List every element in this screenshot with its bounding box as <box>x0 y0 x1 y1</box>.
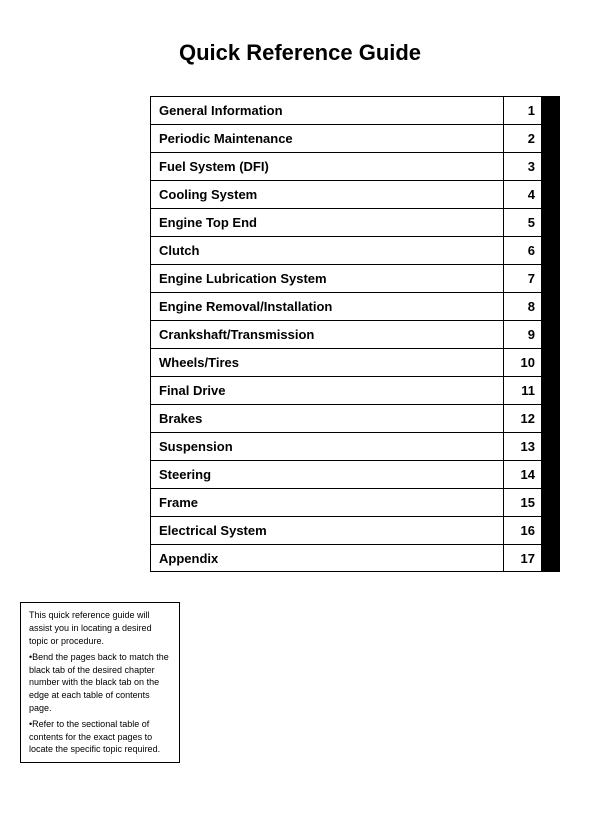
table-row: Wheels/Tires10 <box>150 348 560 376</box>
table-row: Engine Removal/Installation8 <box>150 292 560 320</box>
table-row: Crankshaft/Transmission9 <box>150 320 560 348</box>
toc-item-label: Electrical System <box>151 517 503 544</box>
toc-black-tab <box>541 461 559 488</box>
toc-item-label: General Information <box>151 97 503 124</box>
table-row: Cooling System4 <box>150 180 560 208</box>
table-row: Electrical System16 <box>150 516 560 544</box>
table-row: Appendix17 <box>150 544 560 572</box>
toc-item-number: 17 <box>503 545 541 571</box>
page: Quick Reference Guide General Informatio… <box>0 0 600 818</box>
toc-item-number: 16 <box>503 517 541 544</box>
toc-item-number: 12 <box>503 405 541 432</box>
note-box: This quick reference guide will assist y… <box>20 602 180 763</box>
table-row: Clutch6 <box>150 236 560 264</box>
toc-item-label: Brakes <box>151 405 503 432</box>
toc-item-number: 8 <box>503 293 541 320</box>
table-row: Final Drive11 <box>150 376 560 404</box>
table-row: Engine Lubrication System7 <box>150 264 560 292</box>
toc-black-tab <box>541 349 559 376</box>
table-row: Frame15 <box>150 488 560 516</box>
toc-item-number: 14 <box>503 461 541 488</box>
toc-black-tab <box>541 489 559 516</box>
toc-black-tab <box>541 321 559 348</box>
toc-item-label: Wheels/Tires <box>151 349 503 376</box>
toc-black-tab <box>541 153 559 180</box>
table-row: Brakes12 <box>150 404 560 432</box>
toc-item-label: Periodic Maintenance <box>151 125 503 152</box>
toc-black-tab <box>541 517 559 544</box>
toc-item-label: Fuel System (DFI) <box>151 153 503 180</box>
table-row: Periodic Maintenance2 <box>150 124 560 152</box>
table-row: General Information1 <box>150 96 560 124</box>
toc-item-number: 9 <box>503 321 541 348</box>
toc-item-number: 1 <box>503 97 541 124</box>
toc-black-tab <box>541 181 559 208</box>
toc-item-number: 5 <box>503 209 541 236</box>
table-row: Suspension13 <box>150 432 560 460</box>
toc-item-label: Final Drive <box>151 377 503 404</box>
toc-item-number: 6 <box>503 237 541 264</box>
toc-item-label: Frame <box>151 489 503 516</box>
toc-item-number: 7 <box>503 265 541 292</box>
toc-item-label: Clutch <box>151 237 503 264</box>
table-row: Engine Top End5 <box>150 208 560 236</box>
toc-item-label: Cooling System <box>151 181 503 208</box>
toc-black-tab <box>541 433 559 460</box>
table-row: Fuel System (DFI)3 <box>150 152 560 180</box>
toc-item-label: Steering <box>151 461 503 488</box>
toc-black-tab <box>541 545 559 571</box>
table-row: Steering14 <box>150 460 560 488</box>
toc-item-number: 3 <box>503 153 541 180</box>
toc-container: General Information1Periodic Maintenance… <box>150 96 560 572</box>
toc-black-tab <box>541 265 559 292</box>
toc-item-label: Engine Lubrication System <box>151 265 503 292</box>
toc-black-tab <box>541 405 559 432</box>
toc-black-tab <box>541 97 559 124</box>
toc-black-tab <box>541 125 559 152</box>
toc-item-number: 10 <box>503 349 541 376</box>
toc-item-label: Crankshaft/Transmission <box>151 321 503 348</box>
toc-item-label: Engine Top End <box>151 209 503 236</box>
toc-item-label: Appendix <box>151 545 503 571</box>
toc-item-number: 11 <box>503 377 541 404</box>
toc-black-tab <box>541 237 559 264</box>
toc-black-tab <box>541 377 559 404</box>
toc-item-number: 2 <box>503 125 541 152</box>
toc-item-number: 4 <box>503 181 541 208</box>
note-line1: This quick reference guide will assist y… <box>29 609 171 647</box>
note-line2: •Bend the pages back to match the black … <box>29 651 171 714</box>
page-title: Quick Reference Guide <box>20 40 580 66</box>
toc-black-tab <box>541 209 559 236</box>
toc-black-tab <box>541 293 559 320</box>
toc-item-number: 15 <box>503 489 541 516</box>
toc-item-number: 13 <box>503 433 541 460</box>
toc-item-label: Engine Removal/Installation <box>151 293 503 320</box>
toc-item-label: Suspension <box>151 433 503 460</box>
note-line3: •Refer to the sectional table of content… <box>29 718 171 756</box>
